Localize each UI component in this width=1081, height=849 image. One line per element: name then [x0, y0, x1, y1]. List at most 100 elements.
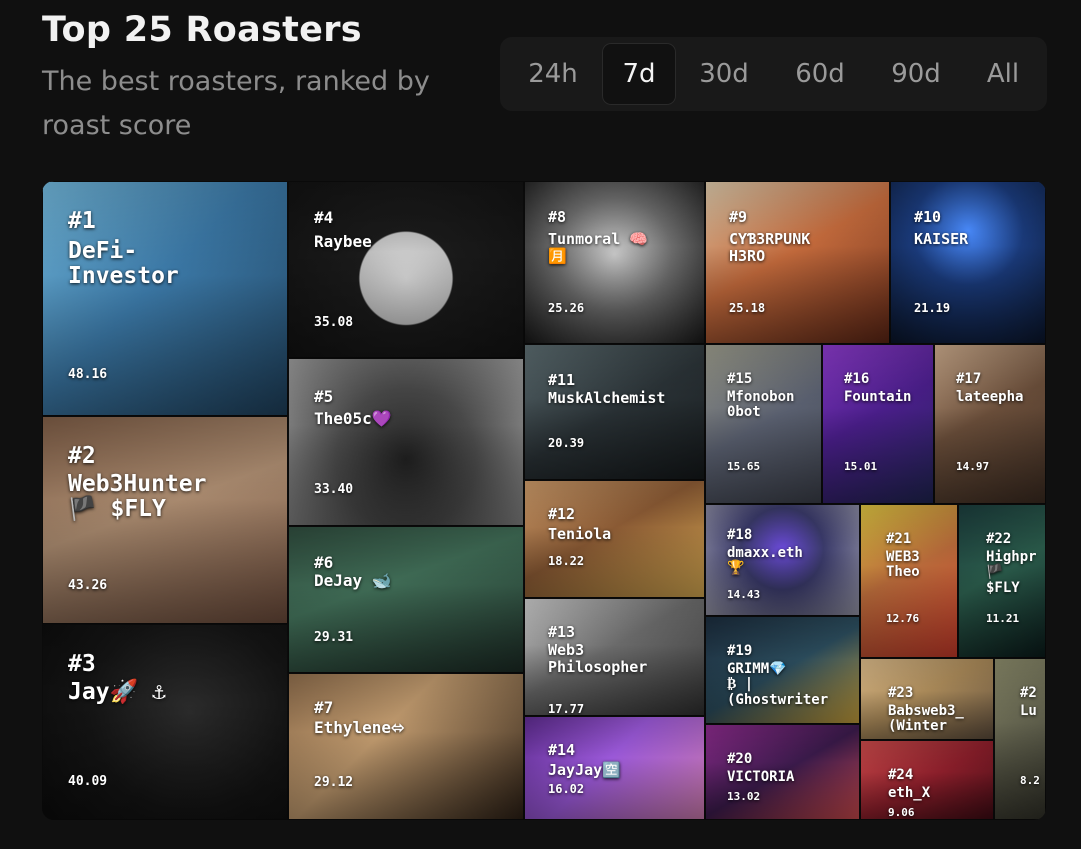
roaster-tile[interactable]: #6 DeJay 🐋 29.31 [288, 526, 524, 673]
roaster-name: MuskAlchemist [548, 389, 666, 407]
tile-overlay [934, 344, 1046, 504]
tile-overlay [890, 181, 1046, 344]
roaster-tile[interactable]: #22 Highpr 🏴 $FLY 11.21 [958, 504, 1046, 658]
roaster-tile[interactable]: #15 Mfonobon 0bot 15.65 [705, 344, 822, 504]
range-option-all[interactable]: All [966, 43, 1040, 105]
page-title: Top 25 Roasters [42, 10, 362, 50]
roaster-tile[interactable]: #10 KAISER 21.19 [890, 181, 1046, 344]
roaster-score: 15.01 [844, 460, 878, 473]
roaster-rank: #1 [68, 208, 96, 234]
tile-overlay [524, 344, 705, 480]
roaster-tile[interactable]: #13 Web3 Philosopher 17.77 [524, 598, 705, 716]
roaster-rank: #20 [727, 751, 753, 767]
roaster-rank: #2 [68, 443, 96, 469]
range-option-30d[interactable]: 30d [682, 43, 766, 105]
roaster-score: 16.02 [548, 782, 585, 796]
roaster-rank: #4 [314, 208, 334, 227]
roaster-name: JayJay🈳 [548, 761, 621, 779]
roaster-tile[interactable]: #23 Babsweb3_ (Winter [860, 658, 994, 740]
roaster-rank: #5 [314, 387, 334, 406]
roaster-score: 20.39 [548, 436, 585, 450]
roaster-name: Tunmoral 🧠 🈷️ [548, 230, 648, 265]
range-option-24h[interactable]: 24h [510, 43, 596, 105]
roaster-tile[interactable]: #16 Fountain 15.01 [822, 344, 934, 504]
roaster-name: Mfonobon 0bot [727, 389, 795, 421]
roaster-tile[interactable]: #12 Teniola 18.22 [524, 480, 705, 598]
tile-overlay [288, 358, 524, 526]
roaster-name: lateepha [956, 389, 1024, 405]
roaster-score: 29.12 [314, 775, 354, 790]
roaster-score: 11.21 [986, 612, 1020, 625]
roaster-tile[interactable]: #5 The05c💜 33.40 [288, 358, 524, 526]
roaster-tile[interactable]: #2 Lu 8.2 [994, 658, 1046, 820]
roaster-name: WEB3 Theo [886, 549, 920, 581]
roaster-tile[interactable]: #9 CYƁ3RPUNK H3RO 25.18 [705, 181, 890, 344]
roaster-tile[interactable]: #8 Tunmoral 🧠 🈷️ 25.26 [524, 181, 705, 344]
roaster-rank: #8 [548, 208, 567, 226]
roaster-rank: #16 [844, 371, 870, 387]
roaster-rank: #12 [548, 505, 576, 523]
roaster-tile[interactable]: #14 JayJay🈳 16.02 [524, 716, 705, 820]
roaster-tile[interactable]: #1 DeFi- Investor 48.16 [42, 181, 288, 416]
roaster-name: VICTORIA [727, 769, 795, 785]
roaster-name: The05c💜 [314, 409, 392, 428]
range-option-7d[interactable]: 7d [602, 43, 676, 105]
roaster-score: 9.06 [888, 806, 915, 819]
roaster-name: DeFi- Investor [68, 238, 179, 290]
page-subtitle: The best roasters, ranked by roast score [42, 66, 430, 141]
roaster-rank: #11 [548, 371, 576, 389]
roaster-score: 8.2 [1020, 774, 1040, 787]
roaster-name: Teniola [548, 525, 612, 543]
roaster-score: 40.09 [68, 774, 108, 789]
roaster-name: Web3 Philosopher [548, 641, 648, 676]
roaster-score: 25.18 [729, 301, 766, 315]
roaster-tile[interactable]: #2 Web3Hunter 🏴 $FLY 43.26 [42, 416, 288, 624]
roaster-name: Babsweb3_ (Winter [888, 703, 964, 735]
roaster-name: DeJay 🐋 [314, 571, 392, 590]
time-range-selector: 24h 7d 30d 60d 90d All [500, 37, 1047, 111]
roaster-name: dmaxx.eth 🏆 [727, 545, 803, 577]
roaster-tile[interactable]: #24 eth_X 9.06 [860, 740, 994, 820]
roaster-treemap: #1 DeFi- Investor 48.16 #2 Web3Hunter 🏴 … [42, 181, 1046, 820]
roaster-name: Web3Hunter 🏴 $FLY [68, 471, 207, 523]
roaster-name: Lu [1020, 703, 1037, 719]
roaster-name: Fountain [844, 389, 912, 405]
roaster-tile[interactable]: #4 Raybee 35.08 [288, 181, 524, 358]
roaster-rank: #22 [986, 531, 1012, 547]
roaster-score: 21.19 [914, 301, 951, 315]
roaster-tile[interactable]: #18 dmaxx.eth 🏆 14.43 [705, 504, 860, 616]
roaster-score: 15.65 [727, 460, 761, 473]
roaster-tile[interactable]: #17 lateepha 14.97 [934, 344, 1046, 504]
roaster-score: 12.76 [886, 612, 920, 625]
roaster-rank: #14 [548, 741, 576, 759]
roaster-tile[interactable]: #20 VICTORIA 13.02 [705, 724, 860, 820]
roaster-rank: #23 [888, 685, 914, 701]
roaster-rank: #7 [314, 698, 334, 717]
roaster-tile[interactable]: #3 Jay🚀 ⚓ 40.09 [42, 624, 288, 820]
roaster-rank: #17 [956, 371, 982, 387]
roaster-tile[interactable]: #21 WEB3 Theo 12.76 [860, 504, 958, 658]
roaster-rank: #15 [727, 371, 753, 387]
roaster-score: 14.43 [727, 588, 761, 601]
range-option-60d[interactable]: 60d [776, 43, 864, 105]
roaster-rank: #9 [729, 208, 748, 226]
range-option-90d[interactable]: 90d [874, 43, 958, 105]
roaster-tile[interactable]: #11 MuskAlchemist 20.39 [524, 344, 705, 480]
roaster-tile[interactable]: #19 GRIMM💎 ₿ | (Ghostwriter [705, 616, 860, 724]
roaster-rank: #19 [727, 643, 753, 659]
roaster-rank: #3 [68, 651, 96, 677]
roaster-rank: #13 [548, 623, 576, 641]
roaster-rank: #24 [888, 767, 914, 783]
roaster-score: 43.26 [68, 578, 108, 593]
roaster-name: GRIMM💎 ₿ | (Ghostwriter [727, 661, 829, 708]
roaster-score: 48.16 [68, 367, 108, 382]
tile-overlay [288, 526, 524, 673]
roaster-score: 14.97 [956, 460, 990, 473]
roaster-name: Ethylene⬄ [314, 718, 405, 737]
roaster-tile[interactable]: #7 Ethylene⬄ 29.12 [288, 673, 524, 820]
roaster-rank: #2 [1020, 685, 1037, 701]
tile-overlay [994, 658, 1046, 820]
roaster-score: 29.31 [314, 630, 354, 645]
tile-overlay [860, 740, 994, 820]
roaster-name: Jay🚀 ⚓ [68, 679, 166, 705]
